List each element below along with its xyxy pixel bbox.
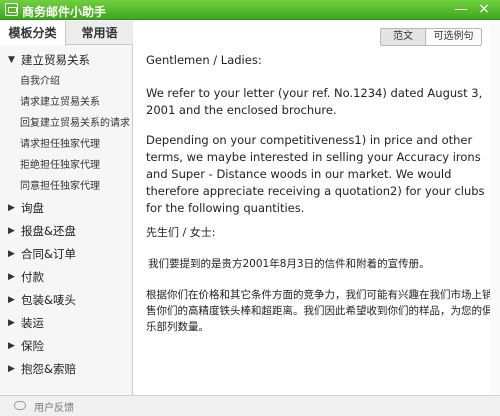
sample-letter-button[interactable]: 范文 [380, 28, 426, 46]
category-label: 付款 [21, 270, 44, 284]
category-complaints[interactable]: ▶ 抱怨&索赔 [0, 358, 133, 381]
category-label: 保险 [21, 339, 44, 353]
window-title: 商务邮件小助手 [22, 5, 107, 19]
category-offer[interactable]: ▶ 报盘&还盘 [0, 220, 133, 243]
greeting-english: Gentlemen / Ladies: [146, 53, 262, 67]
chevron-right-icon: ▶ [8, 226, 15, 236]
paragraph-chinese-1: 我们要提到的是贵方2001年8月3日的信件和附着的宣传册。 [148, 258, 430, 270]
minimize-button[interactable]: — [452, 1, 470, 18]
chat-bubble-icon [14, 401, 26, 410]
category-packing[interactable]: ▶ 包装&唛头 [0, 289, 133, 312]
view-toggle: 范文 可选例句 [380, 28, 482, 46]
paragraph-english-2: Depending on your competitiveness1) in p… [146, 133, 485, 215]
title-bar: 商务邮件小助手 — × [0, 0, 500, 20]
category-payment[interactable]: ▶ 付款 [0, 266, 133, 289]
subitem-accept-agency[interactable]: 同意担任独家代理 [0, 176, 133, 197]
category-label: 抱怨&索赔 [21, 362, 76, 376]
chevron-right-icon: ▶ [8, 318, 15, 328]
category-label: 包装&唛头 [21, 293, 76, 307]
category-tree: ▼ 建立贸易关系 自我介绍 请求建立贸易关系 回复建立贸易关系的请求 请求担任独… [0, 50, 133, 381]
paragraph-english-1: We refer to your letter (your ref. No.12… [146, 86, 483, 117]
tab-template-categories[interactable]: 模板分类 [0, 21, 66, 46]
mail-app-icon [5, 3, 18, 16]
sidebar: 模板分类 常用语 ▼ 建立贸易关系 自我介绍 请求建立贸易关系 回复建立贸易关系… [0, 21, 133, 395]
category-inquiry[interactable]: ▶ 询盘 [0, 197, 133, 220]
optional-sentences-button[interactable]: 可选例句 [425, 28, 482, 46]
category-establish-relations[interactable]: ▼ 建立贸易关系 [0, 50, 133, 71]
category-label: 装运 [21, 316, 44, 330]
feedback-link[interactable]: 用户反馈 [34, 399, 74, 414]
tab-common-phrases[interactable]: 常用语 [66, 21, 133, 45]
chevron-right-icon: ▶ [8, 364, 15, 374]
chevron-right-icon: ▶ [8, 341, 15, 351]
category-label: 询盘 [21, 201, 44, 215]
paragraph-chinese-2: 根据你们在价格和其它条件方面的竞争力，我们可能有兴趣在我们市场上销售你们的高精度… [146, 289, 493, 333]
subitem-request-agency[interactable]: 请求担任独家代理 [0, 134, 133, 155]
category-label: 合同&订单 [21, 247, 76, 261]
category-insurance[interactable]: ▶ 保险 [0, 335, 133, 358]
category-label: 建立贸易关系 [21, 53, 90, 67]
subitem-decline-agency[interactable]: 拒绝担任独家代理 [0, 155, 133, 176]
subitem-self-introduction[interactable]: 自我介绍 [0, 71, 133, 92]
chevron-right-icon: ▶ [8, 249, 15, 259]
status-bar: 用户反馈 [0, 395, 500, 416]
subitem-reply-relations[interactable]: 回复建立贸易关系的请求 [0, 113, 133, 134]
category-contract[interactable]: ▶ 合同&订单 [0, 243, 133, 266]
category-label: 报盘&还盘 [21, 224, 76, 238]
close-button[interactable]: × [475, 1, 493, 18]
subitem-request-relations[interactable]: 请求建立贸易关系 [0, 92, 133, 113]
category-shipment[interactable]: ▶ 装运 [0, 312, 133, 335]
sidebar-tabs: 模板分类 常用语 [0, 21, 133, 46]
chevron-right-icon: ▶ [8, 272, 15, 282]
content-scrollbar[interactable] [490, 21, 500, 395]
chevron-right-icon: ▶ [8, 295, 15, 305]
chevron-down-icon: ▼ [8, 55, 15, 65]
letter-content: Gentlemen / Ladies: We refer to your let… [146, 52, 496, 392]
greeting-chinese: 先生们 / 女士: [146, 226, 216, 239]
chevron-right-icon: ▶ [8, 203, 15, 213]
